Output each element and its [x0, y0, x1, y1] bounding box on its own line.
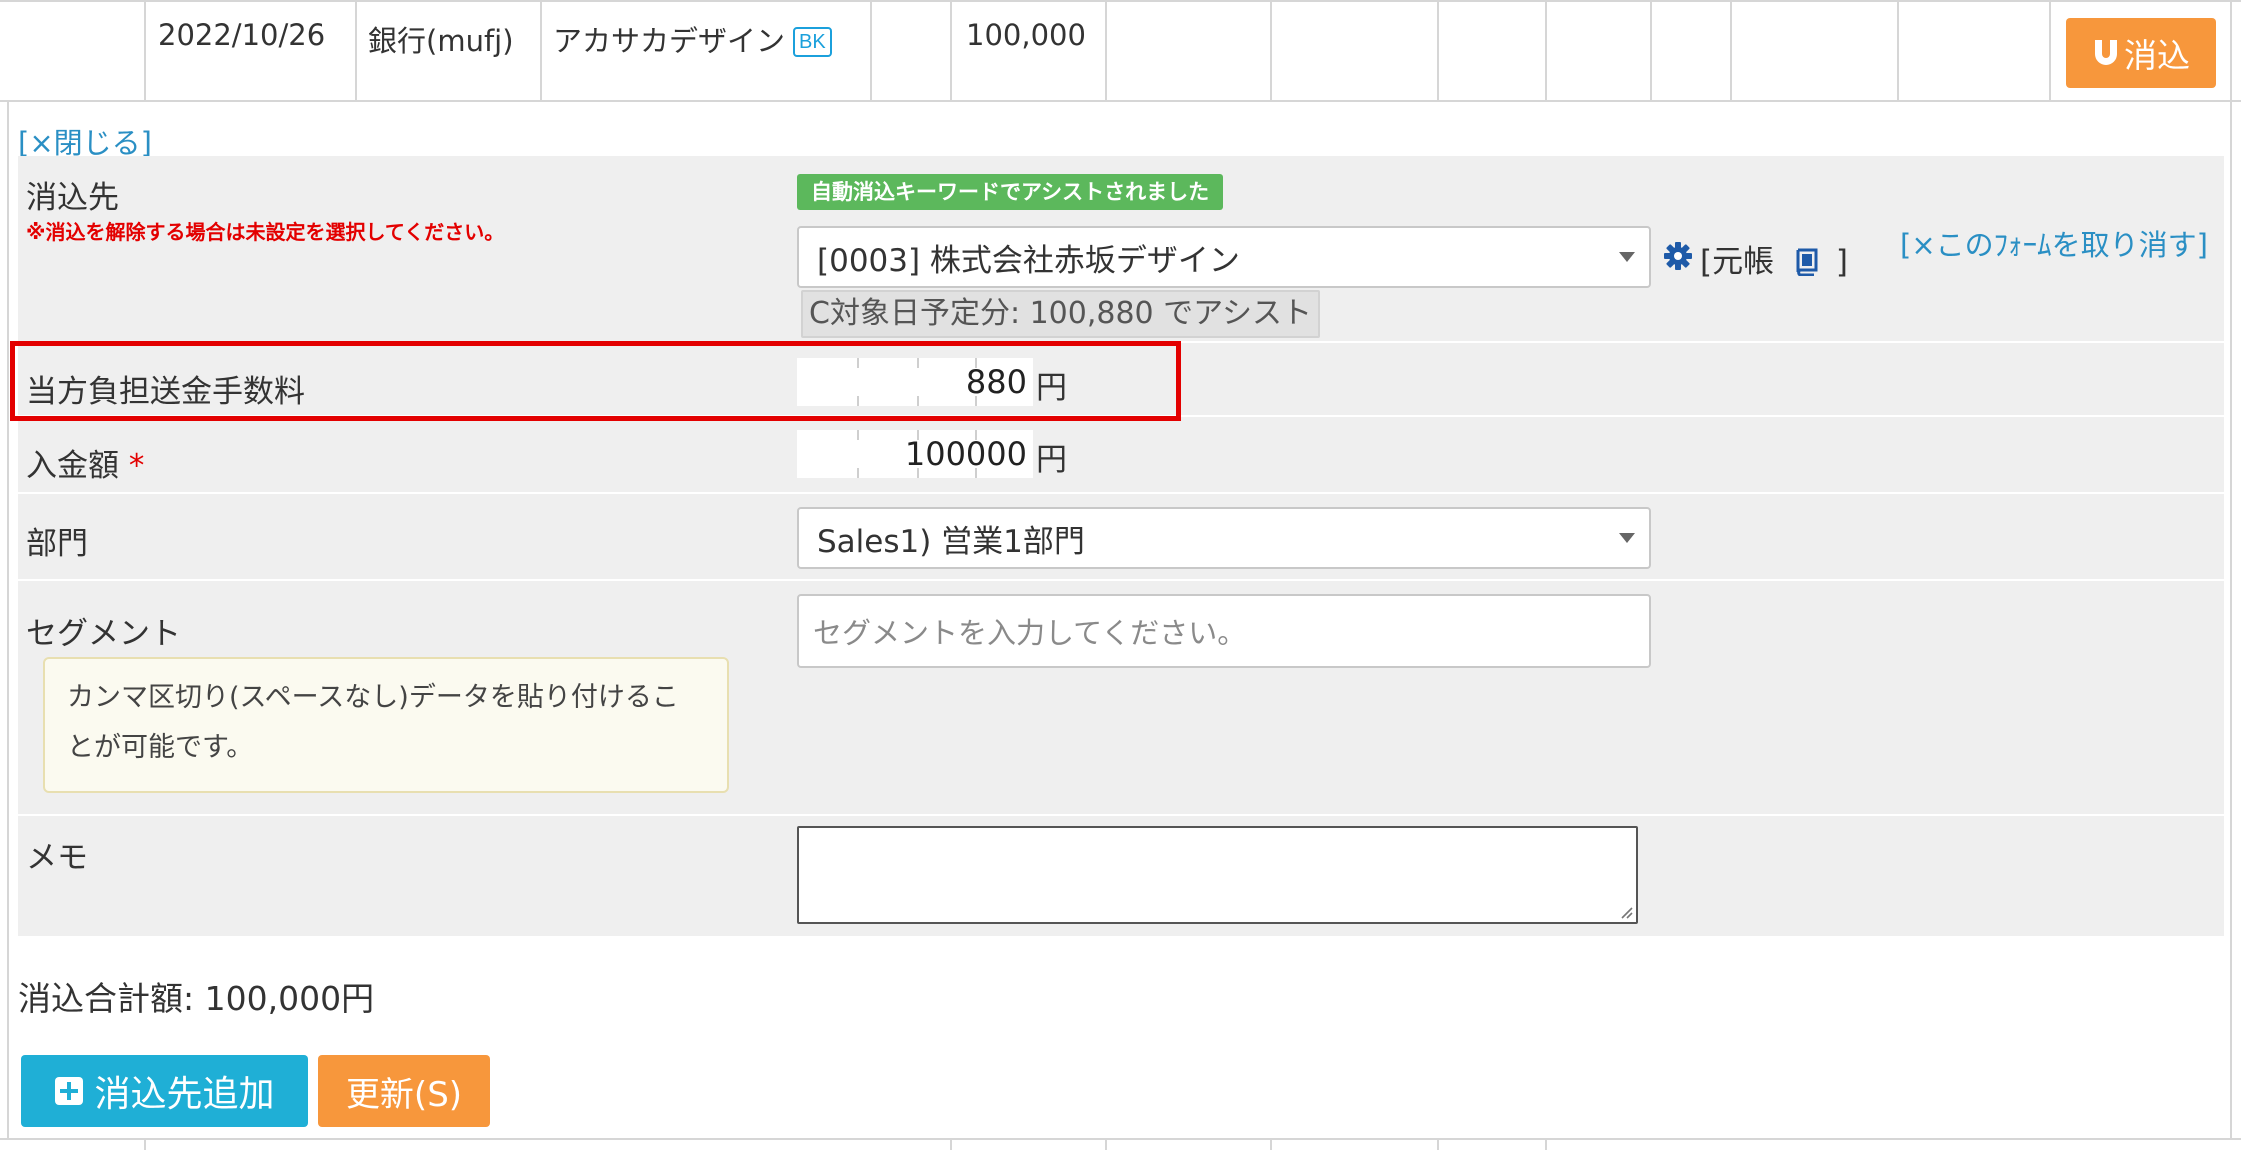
memo-label: メモ — [26, 840, 88, 876]
ledger-open: [元帳 — [1700, 244, 1775, 280]
chevron-down-icon — [1619, 533, 1635, 543]
row-separator — [18, 341, 2224, 343]
col-divider — [1437, 1138, 1439, 1150]
col-divider — [1545, 1138, 1547, 1150]
col-divider — [144, 0, 146, 100]
amount-cell: 100,000 — [966, 18, 1086, 52]
digit-tick — [975, 430, 977, 440]
digit-tick — [975, 468, 977, 478]
deposit-value: 100000 — [904, 435, 1027, 473]
deposit-input[interactable]: 100000 — [797, 430, 1033, 478]
col-divider — [870, 0, 872, 100]
bank-badge: BK — [793, 27, 832, 57]
row-top-border — [0, 0, 2241, 2]
row-separator — [18, 492, 2224, 494]
digit-tick — [917, 396, 919, 406]
col-divider — [2049, 0, 2051, 100]
col-divider — [1897, 0, 1899, 100]
segment-input[interactable]: セグメントを入力してください。 — [797, 594, 1651, 668]
add-target-label: 消込先追加 — [94, 1074, 275, 1115]
account-cell: 銀行(mufj) — [368, 24, 514, 58]
gear-icon[interactable] — [1663, 241, 1693, 271]
required-mark: * — [128, 448, 145, 484]
digit-tick — [917, 468, 919, 478]
row-separator — [18, 579, 2224, 581]
target-select-value: [0003] 株式会社赤坂デザイン — [817, 242, 1240, 279]
digit-tick — [857, 358, 859, 368]
digit-tick — [917, 430, 919, 440]
deposit-unit: 円 — [1036, 442, 1067, 478]
date-cell: 2022/10/26 — [158, 18, 326, 52]
assist-note: C対象日予定分: 100,880 でアシスト — [801, 290, 1320, 338]
target-label: 消込先 — [26, 180, 119, 216]
digit-tick — [975, 396, 977, 406]
fee-label: 当方負担送金手数料 — [26, 374, 305, 410]
col-divider — [950, 1138, 952, 1150]
add-target-button[interactable]: 消込先追加 — [21, 1055, 308, 1127]
book-icon — [1796, 248, 1818, 277]
fee-input[interactable]: 880 — [797, 358, 1033, 406]
plus-square-icon — [55, 1077, 84, 1105]
bottom-row-border — [0, 1138, 2241, 1140]
digit-tick — [857, 396, 859, 406]
ledger-link[interactable]: [元帳 ] — [1700, 236, 1848, 281]
col-divider — [1105, 0, 1107, 100]
unset-warning: ※消込を解除する場合は未設定を選択してください。 — [26, 220, 505, 244]
magnet-icon — [2095, 40, 2117, 65]
digit-tick — [917, 358, 919, 368]
resize-handle-icon[interactable] — [1617, 903, 1633, 919]
update-button[interactable]: 更新(S) — [318, 1055, 490, 1127]
payer-name: アカサカデザイン — [553, 24, 786, 58]
update-button-label: 更新(S) — [345, 1074, 463, 1115]
payer-cell: アカサカデザイン BK — [553, 18, 832, 60]
segment-label: セグメント — [26, 616, 181, 652]
department-label: 部門 — [26, 526, 88, 562]
reconcile-total: 消込合計額: 100,000円 — [18, 979, 375, 1018]
digit-tick — [857, 468, 859, 478]
segment-hint: カンマ区切り(スペースなし)データを貼り付けることが可能です。 — [43, 657, 729, 793]
deposit-label: 入金額 * — [26, 440, 144, 485]
col-divider — [1270, 0, 1272, 100]
col-divider — [1270, 1138, 1272, 1150]
col-divider — [1730, 0, 1732, 100]
col-divider — [1545, 0, 1547, 100]
department-select[interactable]: Sales1) 営業1部門 — [797, 507, 1651, 569]
cancel-form-link[interactable]: [×このﾌｫｰﾑを取り消す] — [1900, 222, 2208, 264]
col-divider — [144, 1138, 146, 1150]
segment-placeholder: セグメントを入力してください。 — [813, 616, 1247, 650]
col-divider — [950, 0, 952, 100]
row-bottom-border — [0, 100, 2241, 102]
row-separator — [18, 814, 2224, 816]
memo-textarea[interactable] — [797, 826, 1638, 924]
row-separator — [18, 415, 2224, 417]
col-divider — [2230, 0, 2232, 100]
col-divider — [1105, 1138, 1107, 1150]
col-divider — [355, 0, 357, 100]
col-divider — [1650, 0, 1652, 100]
col-divider — [1437, 0, 1439, 100]
reconcile-button[interactable]: 消込 — [2066, 18, 2216, 88]
panel-right-border — [2230, 100, 2232, 1140]
ledger-close: ] — [1835, 244, 1848, 280]
target-select[interactable]: [0003] 株式会社赤坂デザイン — [797, 226, 1651, 288]
department-select-value: Sales1) 営業1部門 — [817, 523, 1085, 560]
col-divider — [540, 0, 542, 100]
digit-tick — [975, 358, 977, 368]
panel-left-border — [7, 100, 9, 1140]
deposit-label-text: 入金額 — [26, 448, 119, 484]
assist-badge: 自動消込キーワードでアシストされました — [797, 174, 1224, 210]
reconcile-button-label: 消込 — [2124, 36, 2190, 75]
chevron-down-icon — [1619, 252, 1635, 262]
digit-tick — [857, 430, 859, 440]
fee-unit: 円 — [1036, 370, 1067, 406]
